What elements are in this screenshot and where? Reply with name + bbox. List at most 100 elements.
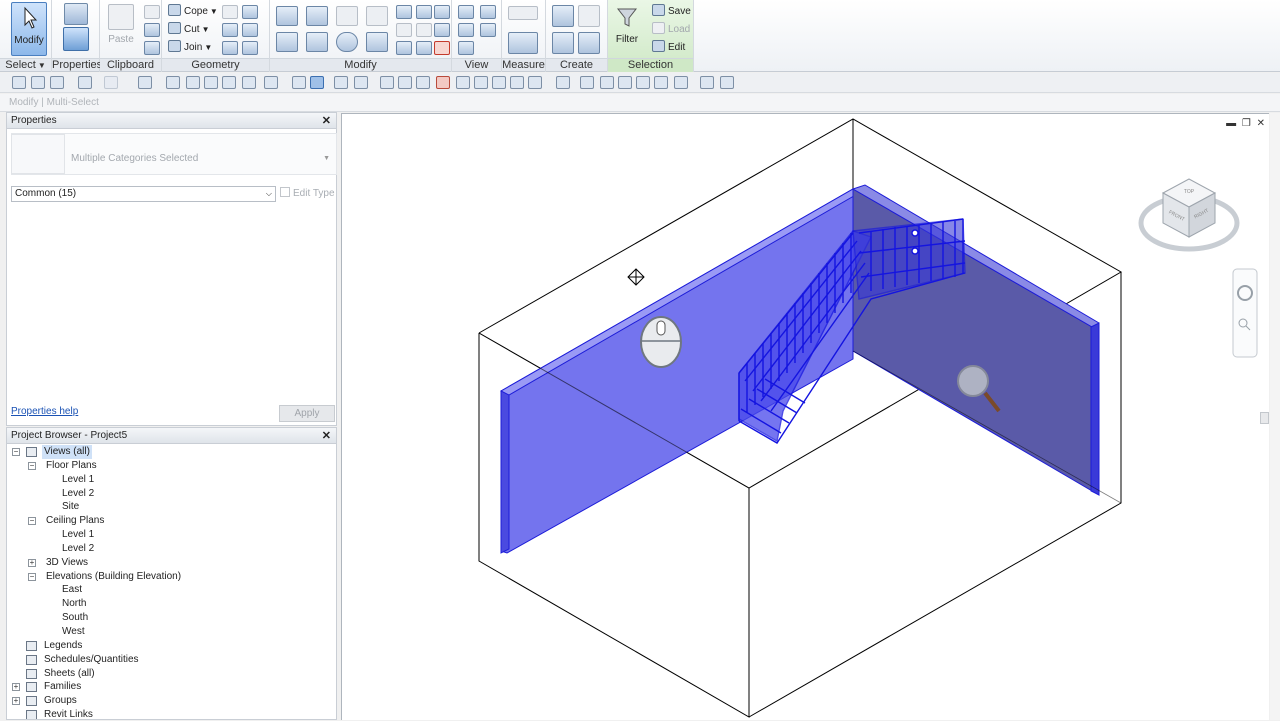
design-option-icon[interactable] (398, 76, 412, 89)
split-face-icon[interactable] (242, 5, 258, 19)
render-icon[interactable] (636, 76, 650, 89)
lightbulb-icon[interactable] (458, 5, 474, 19)
reveal-icon[interactable] (456, 76, 470, 89)
move-icon[interactable] (276, 32, 298, 52)
redo-icon[interactable] (104, 76, 118, 89)
trim-single-icon[interactable] (416, 41, 432, 55)
undo-icon[interactable] (78, 76, 92, 89)
collapse-icon[interactable]: − (28, 461, 36, 470)
expand-icon[interactable]: + (12, 683, 20, 692)
lock-view-icon[interactable] (528, 76, 542, 89)
offset-icon[interactable] (306, 6, 328, 26)
collapse-icon[interactable]: − (12, 448, 20, 456)
create-parts-icon[interactable] (578, 5, 600, 27)
scale-icon[interactable] (416, 23, 432, 37)
cope-button[interactable]: Cope ▼ (168, 4, 218, 20)
open-icon[interactable] (12, 76, 26, 89)
temp-hide-icon[interactable] (492, 76, 506, 89)
cut-button[interactable]: Cut ▼ (168, 22, 209, 38)
close-properties-icon[interactable]: ✕ (322, 113, 331, 129)
hide-crop-icon[interactable] (674, 76, 688, 89)
trim-extend-icon[interactable] (366, 32, 388, 52)
3d-viewport[interactable]: ▬ ❐ ✕ TOP FRONT RIGHT (341, 113, 1269, 720)
delete-icon[interactable] (434, 41, 450, 55)
wall-joins-icon[interactable] (222, 5, 238, 19)
load-selection-button[interactable]: Load (652, 22, 690, 38)
detail-level-icon[interactable] (556, 76, 570, 89)
modify-button[interactable]: Modify (11, 2, 47, 56)
filter-button[interactable]: Filter (610, 2, 644, 56)
apply-button[interactable]: Apply (279, 405, 335, 422)
copy-icon[interactable] (144, 23, 160, 37)
switch-windows-icon[interactable] (334, 76, 348, 89)
3d-view-quick-icon[interactable] (222, 76, 236, 89)
beam-join-icon[interactable] (242, 23, 258, 37)
visibility-icon[interactable] (354, 76, 368, 89)
unpin-icon[interactable] (434, 5, 450, 19)
selection-box-icon[interactable] (458, 41, 474, 55)
mirror-pick-axis-icon[interactable] (336, 6, 358, 26)
create-assembly-icon[interactable] (552, 5, 574, 27)
shadows-icon[interactable] (618, 76, 632, 89)
override-graphics-icon[interactable] (458, 23, 474, 37)
browser-item[interactable]: East (7, 583, 336, 597)
visual-style-icon[interactable] (580, 76, 594, 89)
create-group-icon[interactable] (552, 32, 574, 54)
aligned-dimension-icon[interactable] (508, 32, 538, 54)
sun-path-icon[interactable] (600, 76, 614, 89)
align-icon[interactable] (276, 6, 298, 26)
browser-item[interactable]: South (7, 611, 336, 625)
expand-icon[interactable]: + (12, 697, 20, 706)
paste-button[interactable]: Paste (102, 2, 140, 56)
highlight-icon[interactable] (436, 76, 450, 89)
phase-icon[interactable] (416, 76, 430, 89)
workset-icon[interactable] (380, 76, 394, 89)
wall-left[interactable] (499, 188, 860, 554)
browser-item[interactable]: Sheets (all) (7, 667, 336, 681)
section-icon[interactable] (242, 76, 256, 89)
match-properties-icon[interactable] (144, 41, 160, 55)
copy-element-icon[interactable] (306, 32, 328, 52)
select-dropdown[interactable]: Select ▼ (0, 58, 51, 71)
aligned-dim-quick-icon[interactable] (166, 76, 180, 89)
sync-icon[interactable] (50, 76, 64, 89)
crop-icon[interactable] (474, 76, 488, 89)
properties-button[interactable] (56, 2, 96, 56)
pin-icon[interactable] (434, 23, 450, 37)
expand-icon[interactable]: + (28, 558, 36, 567)
browser-item[interactable]: − Floor Plans (7, 459, 336, 473)
thin-lines-icon[interactable] (292, 76, 306, 89)
browser-item[interactable]: Level 1 (7, 473, 336, 487)
browser-item[interactable]: Revit Links (7, 708, 336, 719)
browser-item[interactable]: + Groups (7, 694, 336, 708)
join-button[interactable]: Join ▼ (168, 40, 212, 56)
array-icon[interactable] (396, 23, 412, 37)
measure-between-icon[interactable] (508, 6, 538, 20)
save-selection-button[interactable]: Save (652, 4, 691, 20)
navigation-bar[interactable] (1232, 268, 1258, 358)
cut-clipboard-icon[interactable] (144, 5, 160, 19)
close-hidden-icon[interactable] (310, 76, 324, 89)
browser-item[interactable]: Level 2 (7, 542, 336, 556)
split-element-icon[interactable] (396, 5, 412, 19)
crop-view-icon[interactable] (654, 76, 668, 89)
browser-item[interactable]: North (7, 597, 336, 611)
browser-item[interactable]: − Views (all) (7, 445, 336, 459)
vertical-scrollbar[interactable] (1270, 113, 1280, 720)
browser-item[interactable]: West (7, 625, 336, 639)
save-icon[interactable] (31, 76, 45, 89)
create-similar-icon[interactable] (578, 32, 600, 54)
rotate-icon[interactable] (336, 32, 358, 52)
collapse-icon[interactable]: − (28, 572, 36, 581)
browser-item[interactable]: − Elevations (Building Elevation) (7, 570, 336, 584)
hide-icon[interactable] (480, 5, 496, 19)
category-filter-select[interactable]: Common (15) ⌵ (11, 186, 276, 202)
demolish-icon[interactable] (242, 41, 258, 55)
split-gap-icon[interactable] (416, 5, 432, 19)
browser-item[interactable]: − Ceiling Plans (7, 514, 336, 528)
measure-quick-icon[interactable] (138, 76, 152, 89)
linework-icon[interactable] (480, 23, 496, 37)
qat-dropdown-icon[interactable] (720, 76, 734, 89)
browser-item[interactable]: + Families (7, 680, 336, 694)
browser-item[interactable]: Level 1 (7, 528, 336, 542)
